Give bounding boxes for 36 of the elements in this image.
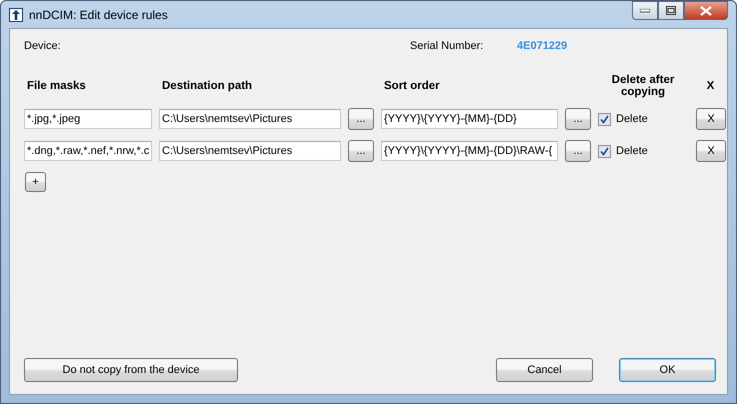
remove-rule-button[interactable]: X — [696, 140, 726, 162]
maximize-icon — [666, 6, 676, 15]
close-icon — [700, 6, 712, 16]
column-header: Sort order — [383, 80, 441, 92]
window-title: nnDCIM: Edit device rules — [29, 8, 168, 22]
browse-button[interactable]: ... — [565, 108, 591, 130]
do-not-copy-button[interactable]: Do not copy from the device — [24, 358, 238, 382]
browse-button[interactable]: ... — [348, 140, 374, 162]
destination-path-field[interactable]: C:\Users\nemtsev\Pictures — [159, 109, 341, 129]
column-header: Delete after copying — [610, 74, 676, 98]
delete-checkbox[interactable] — [598, 144, 611, 158]
minimize-icon — [640, 8, 650, 12]
serial-number-value: 4E071229 — [517, 40, 568, 52]
minimize-button[interactable] — [632, 1, 658, 20]
upload-arrow-icon — [9, 8, 23, 22]
column-header: X — [706, 80, 716, 92]
file-masks-field[interactable]: *.dng,*.raw,*.nef,*.nrw,*.c — [24, 141, 152, 161]
column-header: Destination path — [161, 80, 254, 92]
checkbox-label: Delete — [616, 113, 648, 125]
maximize-button[interactable] — [658, 1, 684, 20]
add-rule-button[interactable]: + — [25, 172, 46, 192]
column-header: File masks — [26, 80, 87, 92]
sort-order-field[interactable]: {YYYY}\{YYYY}-{MM}-{DD}\RAW-{ — [381, 141, 558, 161]
remove-rule-button[interactable]: X — [696, 108, 726, 130]
checkbox-label: Delete — [616, 145, 648, 157]
delete-checkbox[interactable] — [598, 112, 611, 126]
browse-button[interactable]: ... — [348, 108, 374, 130]
device-label: Device: — [24, 40, 62, 52]
sort-order-field[interactable]: {YYYY}\{YYYY}-{MM}-{DD} — [381, 109, 558, 129]
close-button[interactable] — [684, 1, 728, 20]
serial-number-label: Serial Number: — [410, 40, 484, 52]
destination-path-field[interactable]: C:\Users\nemtsev\Pictures — [159, 141, 341, 161]
cancel-button[interactable]: Cancel — [496, 358, 593, 382]
ok-button[interactable]: OK — [619, 358, 716, 382]
browse-button[interactable]: ... — [565, 140, 591, 162]
file-masks-field[interactable]: *.jpg,*.jpeg — [24, 109, 152, 129]
